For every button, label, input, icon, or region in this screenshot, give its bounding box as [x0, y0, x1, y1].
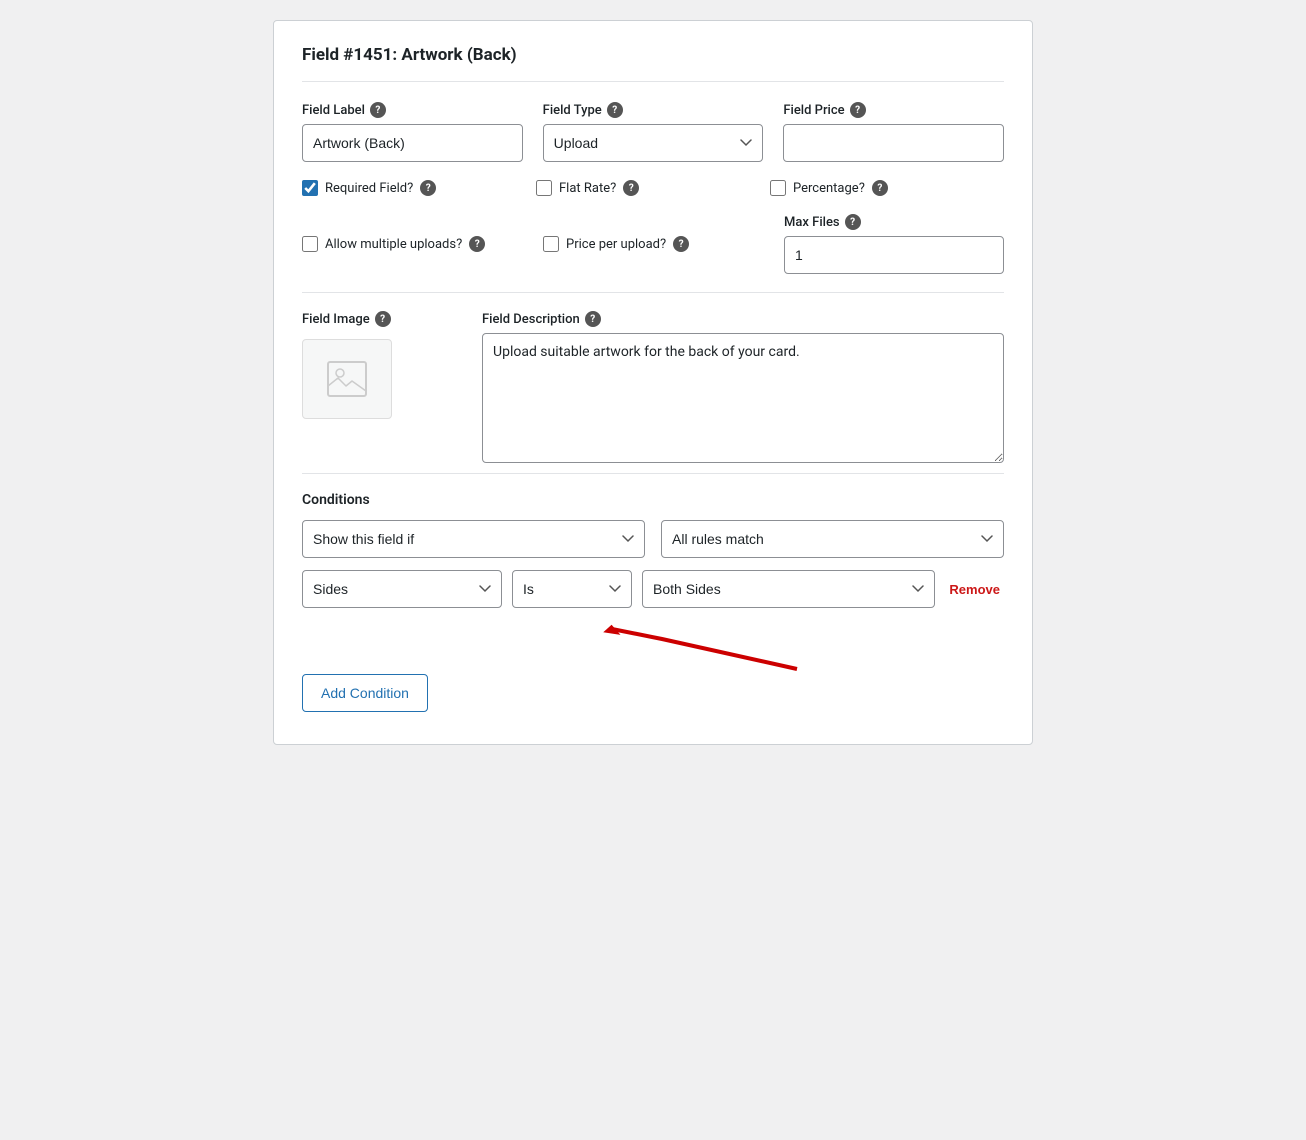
max-files-group: Max Files ? — [784, 214, 1004, 274]
divider-2 — [302, 473, 1004, 474]
field-label-group: Field Label ? — [302, 102, 523, 162]
field-image-help-icon[interactable]: ? — [375, 311, 391, 327]
allow-multiple-checkbox[interactable] — [302, 236, 318, 252]
add-condition-button[interactable]: Add Condition — [302, 674, 428, 712]
operator-select[interactable]: Is Is Not — [512, 570, 632, 608]
all-rules-match-select[interactable]: All rules match Any rules match — [661, 520, 1004, 558]
required-field-checkbox[interactable] — [302, 180, 318, 196]
field-description-group: Field Description ? Upload suitable artw… — [482, 311, 1004, 463]
field-title: Field #1451: Artwork (Back) — [302, 45, 1004, 82]
flat-rate-group: Flat Rate? ? — [536, 180, 770, 196]
percentage-checkbox[interactable] — [770, 180, 786, 196]
field-type-label: Field Type ? — [543, 102, 764, 118]
field-editor-card: Field #1451: Artwork (Back) Field Label … — [273, 20, 1033, 745]
conditions-top-row: Show this field if Hide this field if Al… — [302, 520, 1004, 558]
field-description-help-icon[interactable]: ? — [585, 311, 601, 327]
field-type-group: Field Type ? Upload Text Select Checkbox… — [543, 102, 764, 162]
field-price-input[interactable] — [783, 124, 1004, 162]
price-per-upload-checkbox[interactable] — [543, 236, 559, 252]
field-description-textarea[interactable]: Upload suitable artwork for the back of … — [482, 333, 1004, 463]
field-label-label: Field Label ? — [302, 102, 523, 118]
field-price-help-icon[interactable]: ? — [850, 102, 866, 118]
row-checkboxes-1: Required Field? ? Flat Rate? ? Percentag… — [302, 180, 1004, 196]
sides-group: Sides Front Back — [302, 570, 502, 608]
condition-rule-row: Sides Front Back Is Is Not Both Sides Fr… — [302, 570, 1004, 608]
field-image-label: Field Image ? — [302, 311, 462, 327]
row-image-description: Field Image ? Field Description ? Upload… — [302, 311, 1004, 463]
image-placeholder-icon — [327, 361, 367, 397]
price-per-upload-help-icon[interactable]: ? — [673, 236, 689, 252]
show-field-if-group: Show this field if Hide this field if — [302, 520, 645, 558]
conditions-title: Conditions — [302, 492, 1004, 508]
price-per-upload-group: Price per upload? ? — [543, 236, 784, 252]
field-description-label: Field Description ? — [482, 311, 1004, 327]
conditions-section: Conditions Show this field if Hide this … — [302, 492, 1004, 712]
remove-button[interactable]: Remove — [945, 582, 1004, 597]
sides-select[interactable]: Sides Front Back — [302, 570, 502, 608]
flat-rate-checkbox[interactable] — [536, 180, 552, 196]
all-rules-match-group: All rules match Any rules match — [661, 520, 1004, 558]
operator-group: Is Is Not — [512, 570, 632, 608]
red-arrow-annotation — [602, 619, 802, 674]
field-image-group: Field Image ? — [302, 311, 462, 463]
field-type-help-icon[interactable]: ? — [607, 102, 623, 118]
required-field-group: Required Field? ? — [302, 180, 536, 196]
percentage-group: Percentage? ? — [770, 180, 1004, 196]
max-files-input[interactable] — [784, 236, 1004, 274]
allow-multiple-help-icon[interactable]: ? — [469, 236, 485, 252]
max-files-help-icon[interactable]: ? — [845, 214, 861, 230]
max-files-label: Max Files ? — [784, 214, 1004, 230]
value-group: Both Sides Front Only Back Only — [642, 570, 935, 608]
field-price-group: Field Price ? — [783, 102, 1004, 162]
flat-rate-help-icon[interactable]: ? — [623, 180, 639, 196]
field-label-input[interactable] — [302, 124, 523, 162]
field-label-help-icon[interactable]: ? — [370, 102, 386, 118]
image-placeholder[interactable] — [302, 339, 392, 419]
field-price-label: Field Price ? — [783, 102, 1004, 118]
arrow-container — [302, 614, 1004, 674]
show-field-if-select[interactable]: Show this field if Hide this field if — [302, 520, 645, 558]
divider-1 — [302, 292, 1004, 293]
required-field-help-icon[interactable]: ? — [420, 180, 436, 196]
percentage-help-icon[interactable]: ? — [872, 180, 888, 196]
row-checkboxes-2: Allow multiple uploads? ? Price per uplo… — [302, 214, 1004, 274]
value-select[interactable]: Both Sides Front Only Back Only — [642, 570, 935, 608]
field-type-select[interactable]: Upload Text Select Checkbox Textarea — [543, 124, 764, 162]
row-label-type-price: Field Label ? Field Type ? Upload Text S… — [302, 102, 1004, 162]
allow-multiple-group: Allow multiple uploads? ? — [302, 236, 543, 252]
